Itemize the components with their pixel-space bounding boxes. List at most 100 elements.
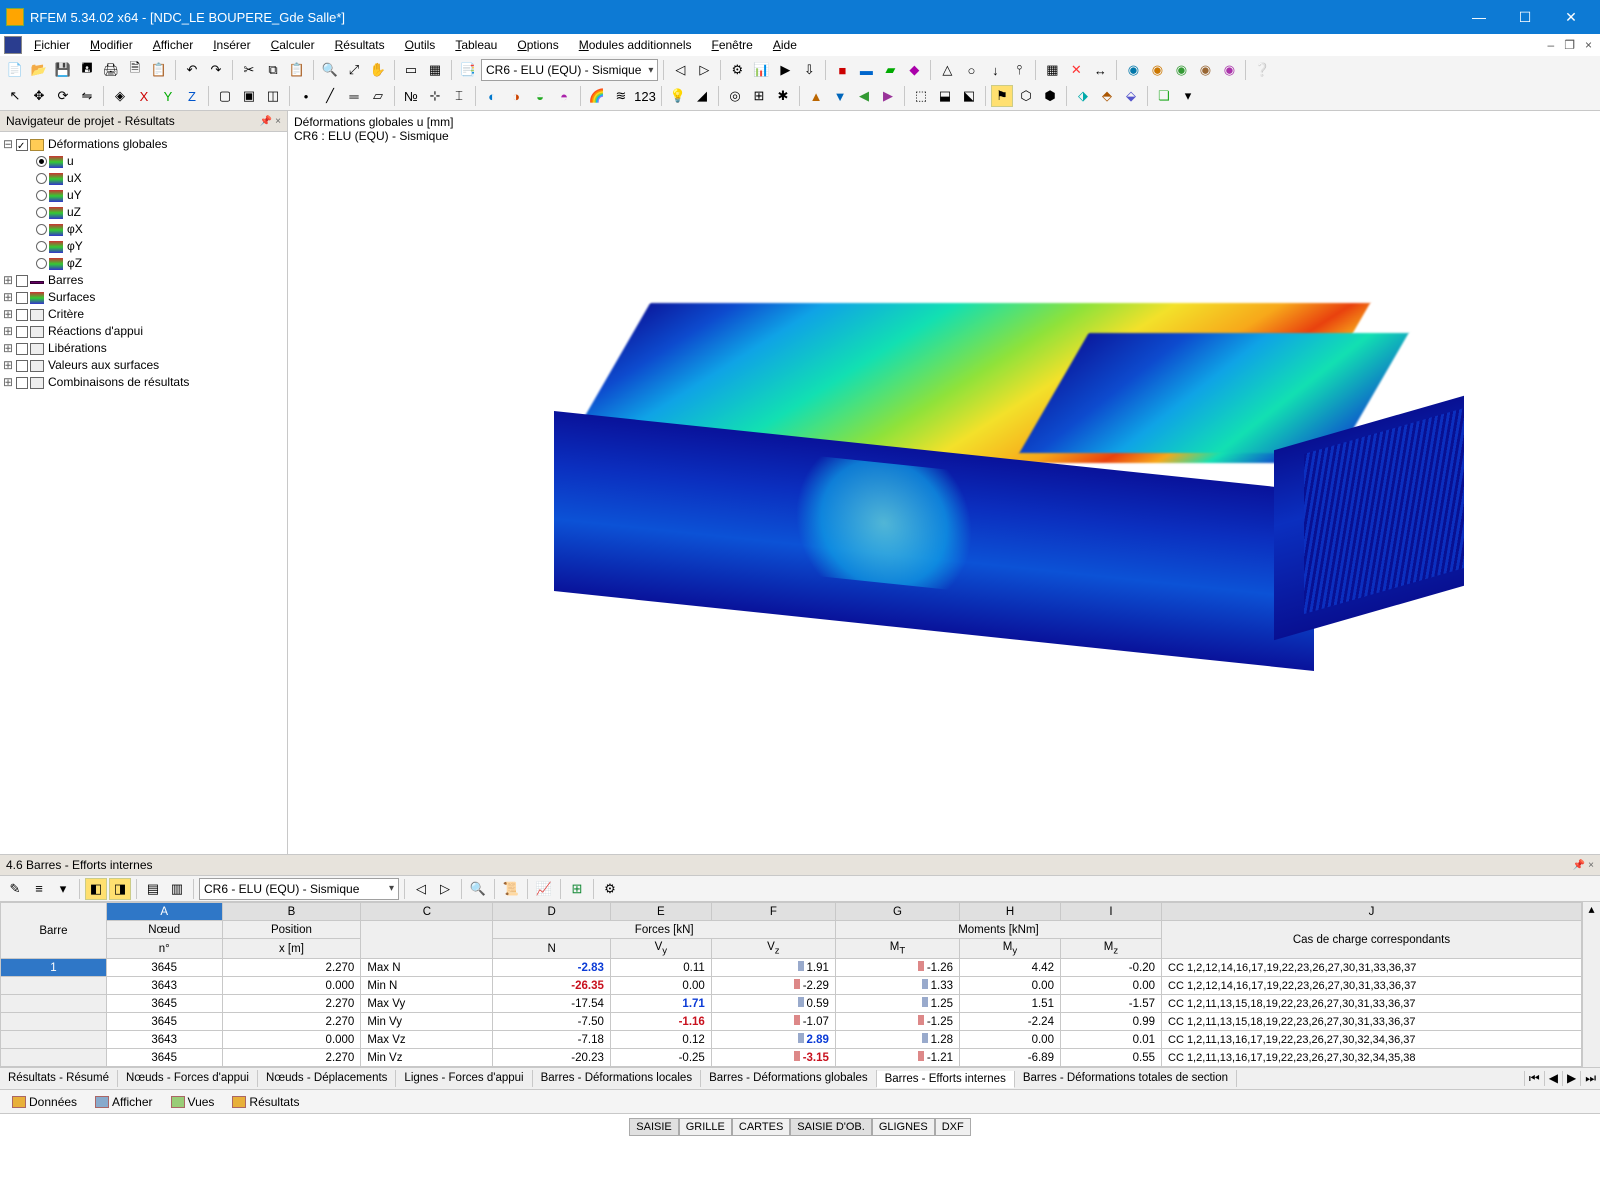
node-icon[interactable]: ■ bbox=[831, 59, 853, 81]
minimize-button[interactable]: — bbox=[1456, 4, 1502, 30]
polar-icon[interactable]: ✱ bbox=[772, 85, 794, 107]
result4-icon[interactable]: ◓ bbox=[553, 85, 575, 107]
cut-icon[interactable]: ✂ bbox=[238, 59, 260, 81]
tree-surfaces[interactable]: Surfaces bbox=[46, 289, 97, 306]
filter-member-icon[interactable]: ═ bbox=[343, 85, 365, 107]
tree-combi[interactable]: Combinaisons de résultats bbox=[46, 374, 191, 391]
view-y-icon[interactable]: Y bbox=[157, 85, 179, 107]
cell[interactable]: 0.12 bbox=[610, 1031, 711, 1049]
cell[interactable]: 2.270 bbox=[222, 1013, 361, 1031]
cell[interactable]: 2.270 bbox=[222, 1049, 361, 1067]
radio-phiy[interactable] bbox=[36, 241, 47, 252]
lineload-icon[interactable]: ⫯ bbox=[1008, 59, 1030, 81]
zoom-window-icon[interactable]: 🔍 bbox=[319, 59, 341, 81]
cell[interactable]: 0.00 bbox=[610, 977, 711, 995]
results-chart-icon[interactable]: 📈 bbox=[533, 878, 555, 900]
module5-icon[interactable]: ◉ bbox=[1218, 59, 1240, 81]
cell[interactable]: 2.89 bbox=[711, 1031, 835, 1049]
cell[interactable]: CC 1,2,11,13,15,18,19,22,23,26,27,30,31,… bbox=[1162, 1013, 1582, 1031]
render-solid-icon[interactable]: ▣ bbox=[238, 85, 260, 107]
cell[interactable]: -0.20 bbox=[1060, 959, 1161, 977]
status-saisie[interactable]: SAISIE bbox=[629, 1118, 678, 1136]
cell[interactable]: 4.42 bbox=[960, 959, 1061, 977]
tree-reactions[interactable]: Réactions d'appui bbox=[46, 323, 145, 340]
cell[interactable]: 0.000 bbox=[222, 1031, 361, 1049]
cell[interactable]: -20.23 bbox=[493, 1049, 610, 1067]
module4-icon[interactable]: ◉ bbox=[1194, 59, 1216, 81]
table-row[interactable]: 36452.270Max Vy-17.541.710.591.251.51-1.… bbox=[1, 995, 1582, 1013]
cell[interactable]: 3645 bbox=[106, 959, 222, 977]
cell[interactable] bbox=[1, 1013, 107, 1031]
menu-fichier[interactable]: Fichier bbox=[26, 36, 78, 54]
flag-icon[interactable]: ⚑ bbox=[991, 85, 1013, 107]
results-icon[interactable]: 📊 bbox=[750, 59, 772, 81]
cell[interactable]: -2.24 bbox=[960, 1013, 1061, 1031]
colormap-icon[interactable]: 🌈 bbox=[586, 85, 608, 107]
colJ[interactable]: J bbox=[1162, 903, 1582, 921]
navigator-tree[interactable]: ⊟Déformations globales u uX uY uZ φX φY … bbox=[0, 132, 287, 854]
cell[interactable]: 2.270 bbox=[222, 995, 361, 1013]
grid-view1-icon[interactable]: ▤ bbox=[142, 878, 164, 900]
tool-h-icon[interactable]: ⬡ bbox=[1015, 85, 1037, 107]
dropdown-icon[interactable]: ▾ bbox=[1177, 85, 1199, 107]
colF[interactable]: F bbox=[711, 903, 835, 921]
status-grille[interactable]: GRILLE bbox=[679, 1118, 732, 1136]
cell[interactable]: 0.11 bbox=[610, 959, 711, 977]
cell[interactable]: 2.270 bbox=[222, 959, 361, 977]
cell[interactable]: 0.000 bbox=[222, 977, 361, 995]
cell[interactable]: 3643 bbox=[106, 977, 222, 995]
tool-c-icon[interactable]: ◀ bbox=[853, 85, 875, 107]
tool-k-icon[interactable]: ⬘ bbox=[1096, 85, 1118, 107]
grid-hl1-icon[interactable]: ◧ bbox=[85, 878, 107, 900]
pan-icon[interactable]: ✋ bbox=[367, 59, 389, 81]
mdi-restore[interactable]: ❐ bbox=[1560, 38, 1579, 52]
check-combi[interactable] bbox=[16, 377, 28, 389]
menu-modifier[interactable]: Modifier bbox=[82, 36, 141, 54]
cell[interactable] bbox=[1, 977, 107, 995]
cell[interactable]: CC 1,2,11,13,16,17,19,22,23,26,27,30,32,… bbox=[1162, 1049, 1582, 1067]
light-icon[interactable]: 💡 bbox=[667, 85, 689, 107]
cell[interactable]: Max N bbox=[361, 959, 493, 977]
pin-icon[interactable]: 📌 × bbox=[260, 116, 281, 127]
cell[interactable]: 1.91 bbox=[711, 959, 835, 977]
results-tab[interactable]: Résultats - Résumé bbox=[0, 1070, 118, 1087]
grid-row-icon[interactable]: ≡ bbox=[28, 878, 50, 900]
filter-line-icon[interactable]: ╱ bbox=[319, 85, 341, 107]
loadcase-combo[interactable]: CR6 - ELU (EQU) - Sismique bbox=[481, 59, 658, 81]
menu-resultats[interactable]: Résultats bbox=[327, 36, 393, 54]
tree-barres[interactable]: Barres bbox=[46, 272, 85, 289]
results-combo[interactable]: CR6 - ELU (EQU) - Sismique bbox=[199, 878, 399, 900]
check-liberations[interactable] bbox=[16, 343, 28, 355]
results-tab[interactable]: Barres - Efforts internes bbox=[877, 1071, 1015, 1088]
colB[interactable]: B bbox=[222, 903, 361, 921]
tree-liberations[interactable]: Libérations bbox=[46, 340, 109, 357]
cell[interactable]: 1.28 bbox=[835, 1031, 959, 1049]
cell[interactable]: CC 1,2,11,13,15,18,19,22,23,26,27,30,31,… bbox=[1162, 995, 1582, 1013]
tab-prev-icon[interactable]: ◀ bbox=[1544, 1071, 1562, 1086]
menu-tableau[interactable]: Tableau bbox=[447, 36, 505, 54]
check-critere[interactable] bbox=[16, 309, 28, 321]
cell[interactable]: 0.01 bbox=[1060, 1031, 1161, 1049]
radio-u[interactable] bbox=[36, 156, 47, 167]
tree-uz[interactable]: uZ bbox=[65, 204, 83, 221]
cell[interactable]: 0.99 bbox=[1060, 1013, 1161, 1031]
cell[interactable]: -17.54 bbox=[493, 995, 610, 1013]
result3-icon[interactable]: ◒ bbox=[529, 85, 551, 107]
menu-afficher[interactable]: Afficher bbox=[145, 36, 201, 54]
cell[interactable] bbox=[1, 995, 107, 1013]
cell[interactable]: -1.21 bbox=[835, 1049, 959, 1067]
save-icon[interactable]: 💾 bbox=[52, 59, 74, 81]
results-tab[interactable]: Lignes - Forces d'appui bbox=[396, 1070, 532, 1087]
results-script-icon[interactable]: 📜 bbox=[500, 878, 522, 900]
results-prev-icon[interactable]: ◁ bbox=[410, 878, 432, 900]
cell[interactable]: -0.25 bbox=[610, 1049, 711, 1067]
ortho-icon[interactable]: ⊞ bbox=[748, 85, 770, 107]
tab-first-icon[interactable]: ⏮ bbox=[1524, 1071, 1544, 1086]
cell[interactable]: -26.35 bbox=[493, 977, 610, 995]
cell[interactable]: 0.55 bbox=[1060, 1049, 1161, 1067]
colD[interactable]: D bbox=[493, 903, 610, 921]
prev-icon[interactable]: ◁ bbox=[669, 59, 691, 81]
view-z-icon[interactable]: Z bbox=[181, 85, 203, 107]
results-tab[interactable]: Nœuds - Déplacements bbox=[258, 1070, 396, 1087]
grid-icon[interactable]: ▦ bbox=[1041, 59, 1063, 81]
